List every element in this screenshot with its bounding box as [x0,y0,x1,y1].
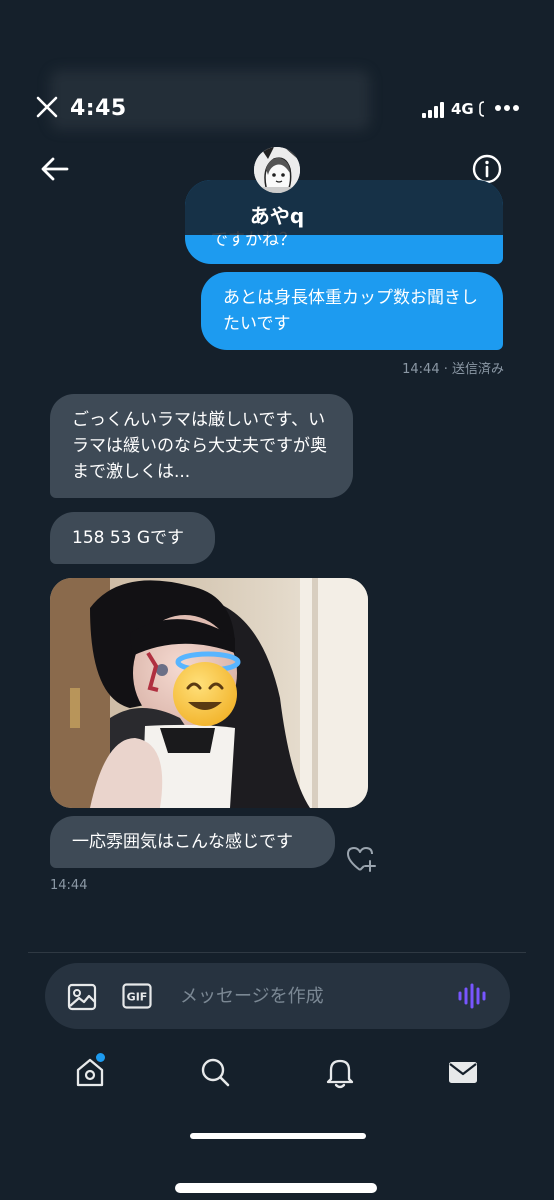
status-bar: 4:45 4G [0,0,554,140]
tab-notifications[interactable] [322,1054,358,1090]
gif-button[interactable]: GIF [122,983,152,1009]
message-composer: GIF [45,963,510,1029]
sent-timestamp: 14:44 · 送信済み [402,362,504,377]
manga-avatar-icon [254,147,300,193]
status-time: 4:45 [70,96,127,121]
photo-attachment[interactable] [50,578,368,808]
battery-icon [479,101,485,117]
tab-messages[interactable] [445,1054,481,1090]
image-icon[interactable] [67,982,97,1012]
message-input[interactable] [180,981,450,1011]
gif-label: GIF [127,991,148,1004]
avatar[interactable] [254,147,300,193]
search-icon [201,1058,230,1087]
home-indicator[interactable] [190,1133,366,1139]
arrow-left-icon[interactable] [38,152,72,186]
message-text: 158 53 Gです [72,528,185,548]
heart-plus-icon[interactable] [345,845,377,873]
cellular-signal-icon [422,102,444,118]
received-message-bubble[interactable]: 158 53 Gです [50,512,215,564]
received-message-bubble[interactable]: 一応雰囲気はこんな感じです [50,816,335,868]
photo-image [50,578,368,808]
message-text: ごっくんいラマは厳しいです、いラマは緩いのなら大丈夫ですが奥まで激しくは... [72,410,327,482]
gif-icon: GIF [122,983,152,1009]
more-dots-icon[interactable] [494,102,520,114]
conversation-title[interactable]: あやq [0,200,554,229]
mail-icon [449,1062,477,1083]
unread-dot [96,1053,105,1062]
tab-home[interactable] [72,1053,108,1090]
sent-message-bubble[interactable]: あとは身長体重カップ数お聞きしたいです [201,272,503,350]
divider [28,952,526,953]
voice-wave-icon[interactable] [457,982,487,1010]
tab-search[interactable] [197,1054,233,1090]
system-gesture-bar [175,1183,377,1193]
received-timestamp: 14:44 [50,878,88,893]
network-type: 4G [451,100,474,118]
bottom-tab-bar [0,1040,554,1110]
message-text: 一応雰囲気はこんな感じです [72,832,293,852]
bell-icon [326,1059,354,1089]
close-icon[interactable] [34,94,60,120]
dm-conversation-screen: 4:45 4G あやq ですかね？ あとは身長体重カップ数お聞きしたいです 14… [0,0,554,1200]
received-message-bubble[interactable]: ごっくんいラマは厳しいです、いラマは緩いのなら大丈夫ですが奥まで激しくは... [50,394,353,498]
message-text: あとは身長体重カップ数お聞きしたいです [223,288,478,334]
